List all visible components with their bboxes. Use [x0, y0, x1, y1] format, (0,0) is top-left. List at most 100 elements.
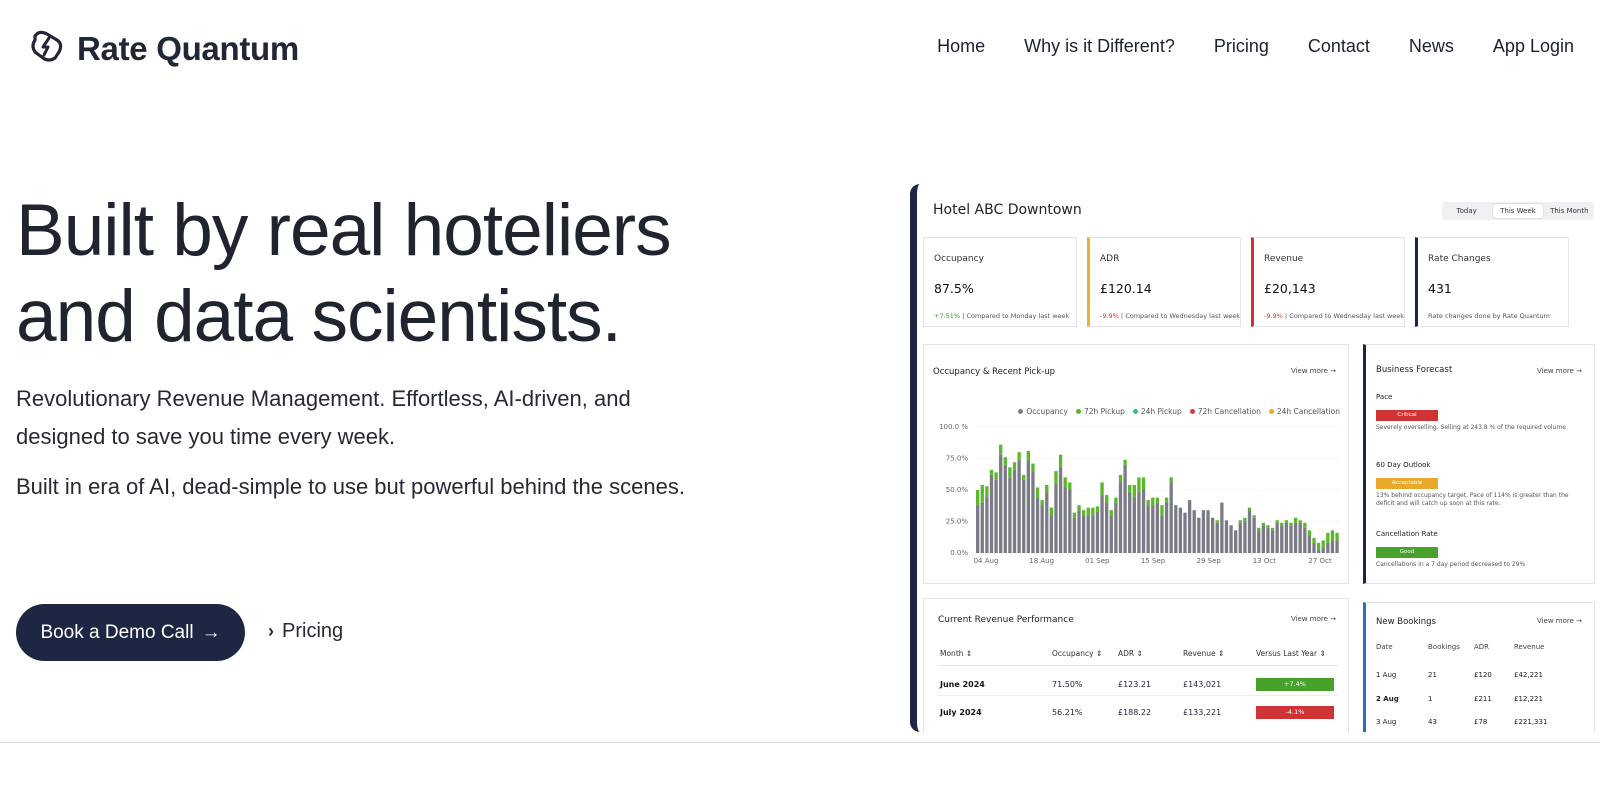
pickup-72h-bar [1316, 542, 1321, 551]
kpi-label: Rate Changes [1428, 254, 1491, 264]
pickup-72h-bar [1077, 505, 1081, 511]
pickup-72h-bar [1132, 484, 1136, 498]
status-badge: Good [1376, 547, 1438, 558]
brand-logo[interactable]: Rate Quantum [27, 26, 299, 71]
pickup-72h-bar [1068, 482, 1072, 490]
revenue-view-more-link[interactable]: View more → [1291, 615, 1336, 623]
cell-occupancy: 56.21% [1052, 708, 1083, 717]
x-tick-label: 27 Oct [1308, 557, 1331, 565]
nav-news[interactable]: News [1409, 36, 1454, 57]
occupancy-bar [1164, 502, 1169, 553]
col-occupancy[interactable]: Occupancy ⇕ [1052, 649, 1102, 658]
arrow-right-icon: → [201, 621, 221, 643]
pickup-72h-bar [1270, 527, 1275, 531]
cell-month: July 2024 [940, 708, 982, 717]
occupancy-bar [1109, 515, 1113, 553]
pickup-72h-bar [1243, 517, 1247, 521]
kpi-label: ADR [1100, 254, 1120, 264]
occupancy-bar [1187, 500, 1192, 553]
occupancy-bar [1132, 497, 1136, 553]
pickup-72h-bar [1012, 462, 1017, 470]
row-divider [938, 695, 1338, 696]
pickup-72h-bar [1008, 467, 1012, 478]
occupancy-bar [1229, 525, 1233, 553]
chart-view-more-link[interactable]: View more → [1291, 367, 1336, 375]
nav-contact[interactable]: Contact [1308, 36, 1370, 57]
pickup-72h-bar [1284, 520, 1289, 523]
pickup-72h-bar [1105, 495, 1109, 503]
kpi-note: -9.9% | Compared to Wednesday last week [1100, 312, 1241, 320]
occupancy-bar [1275, 522, 1279, 553]
nav-home[interactable]: Home [937, 36, 985, 57]
col-month[interactable]: Month ⇕ [940, 649, 972, 658]
cell-occupancy: 71.50% [1052, 680, 1083, 689]
pickup-72h-bar [1123, 459, 1127, 465]
bookings-title: New Bookings [1376, 617, 1436, 627]
occupancy-bar [1063, 487, 1067, 553]
pickup-72h-bar [1040, 500, 1044, 506]
nav-app-login[interactable]: App Login [1493, 36, 1574, 57]
pickup-72h-bar [1109, 510, 1113, 516]
x-tick-label: 04 Aug [974, 557, 999, 565]
pickup-72h-bar [1335, 532, 1339, 541]
pickup-72h-bar [1091, 507, 1095, 516]
bookings-view-more-link[interactable]: View more → [1537, 617, 1582, 625]
occupancy-bar [1293, 522, 1298, 553]
occupancy-bar [1298, 522, 1302, 553]
occupancy-bar [1261, 525, 1265, 553]
col-vs-last-year[interactable]: Versus Last Year ⇕ [1256, 649, 1326, 658]
forecast-item-desc: Severely overselling. Selling at 243.8 %… [1376, 424, 1568, 431]
occupancy-bar [1045, 492, 1049, 553]
kpi-label: Occupancy [934, 254, 984, 264]
cell-date: 2 Aug [1376, 695, 1399, 703]
occupancy-bar [1114, 502, 1118, 553]
kpi-note-text: Compared to Wednesday last week [1125, 312, 1241, 320]
pickup-72h-bar [985, 486, 989, 497]
pickup-72h-bar [1164, 497, 1169, 503]
book-demo-button[interactable]: Book a Demo Call → [16, 604, 245, 661]
y-tick-label: 50.0% [946, 486, 969, 494]
forecast-item-title: Pace [1376, 393, 1393, 401]
y-tick-label: 75.0% [946, 455, 969, 463]
range-this-week[interactable]: This Week [1493, 204, 1543, 218]
headline-line-2: and data scientists. [16, 276, 622, 357]
occupancy-bar [1091, 515, 1095, 553]
occupancy-bar [1243, 520, 1247, 553]
occupancy-bar [1201, 510, 1206, 553]
kpi-note: -9.9% | Compared to Wednesday last week [1264, 312, 1405, 320]
col-adr: ADR [1474, 643, 1490, 651]
forecast-view-more-link[interactable]: View more → [1537, 367, 1582, 375]
occupancy-chart-panel: Occupancy & Recent Pick-up View more → O… [923, 344, 1349, 584]
kpi-note-text: Compared to Wednesday last week [1289, 312, 1405, 320]
kpi-delta: -9.9% [1100, 312, 1119, 320]
chevron-right-icon: › [268, 621, 274, 641]
occupancy-bar [1270, 530, 1275, 553]
occupancy-bar [1141, 490, 1146, 553]
hero-paragraph-2: Built in era of AI, dead-simple to use b… [16, 474, 685, 499]
occupancy-bar [1321, 547, 1325, 553]
forecast-item-desc: Cancellations in a 7 day period decrease… [1376, 561, 1526, 568]
nav-pricing[interactable]: Pricing [1214, 36, 1269, 57]
occupancy-bar [1022, 479, 1026, 553]
kpi-note: Rate changes done by Rate Quantum [1428, 312, 1550, 320]
nav-why-different[interactable]: Why is it Different? [1024, 36, 1175, 57]
pickup-72h-bar [1298, 520, 1302, 523]
col-bookings: Bookings [1428, 643, 1460, 651]
cell-adr: £211 [1474, 695, 1492, 703]
cell-adr: £188.22 [1118, 708, 1152, 717]
cell-bookings: 21 [1428, 671, 1437, 679]
pickup-72h-bar [1326, 532, 1330, 543]
revenue-title: Current Revenue Performance [938, 615, 1074, 625]
occupancy-bar [1257, 530, 1261, 553]
range-today[interactable]: Today [1442, 202, 1491, 220]
col-revenue[interactable]: Revenue ⇕ [1183, 649, 1224, 658]
range-this-month[interactable]: This Month [1545, 202, 1594, 220]
occupancy-bar [1169, 482, 1173, 553]
col-adr[interactable]: ADR ⇕ [1118, 649, 1143, 658]
occupancy-bar [1137, 492, 1141, 553]
cell-revenue: £143,021 [1183, 680, 1222, 689]
occupancy-bar [1072, 517, 1077, 553]
pickup-72h-bar [1307, 530, 1312, 536]
occupancy-bar [1312, 542, 1316, 553]
pricing-link[interactable]: › Pricing [268, 620, 343, 643]
